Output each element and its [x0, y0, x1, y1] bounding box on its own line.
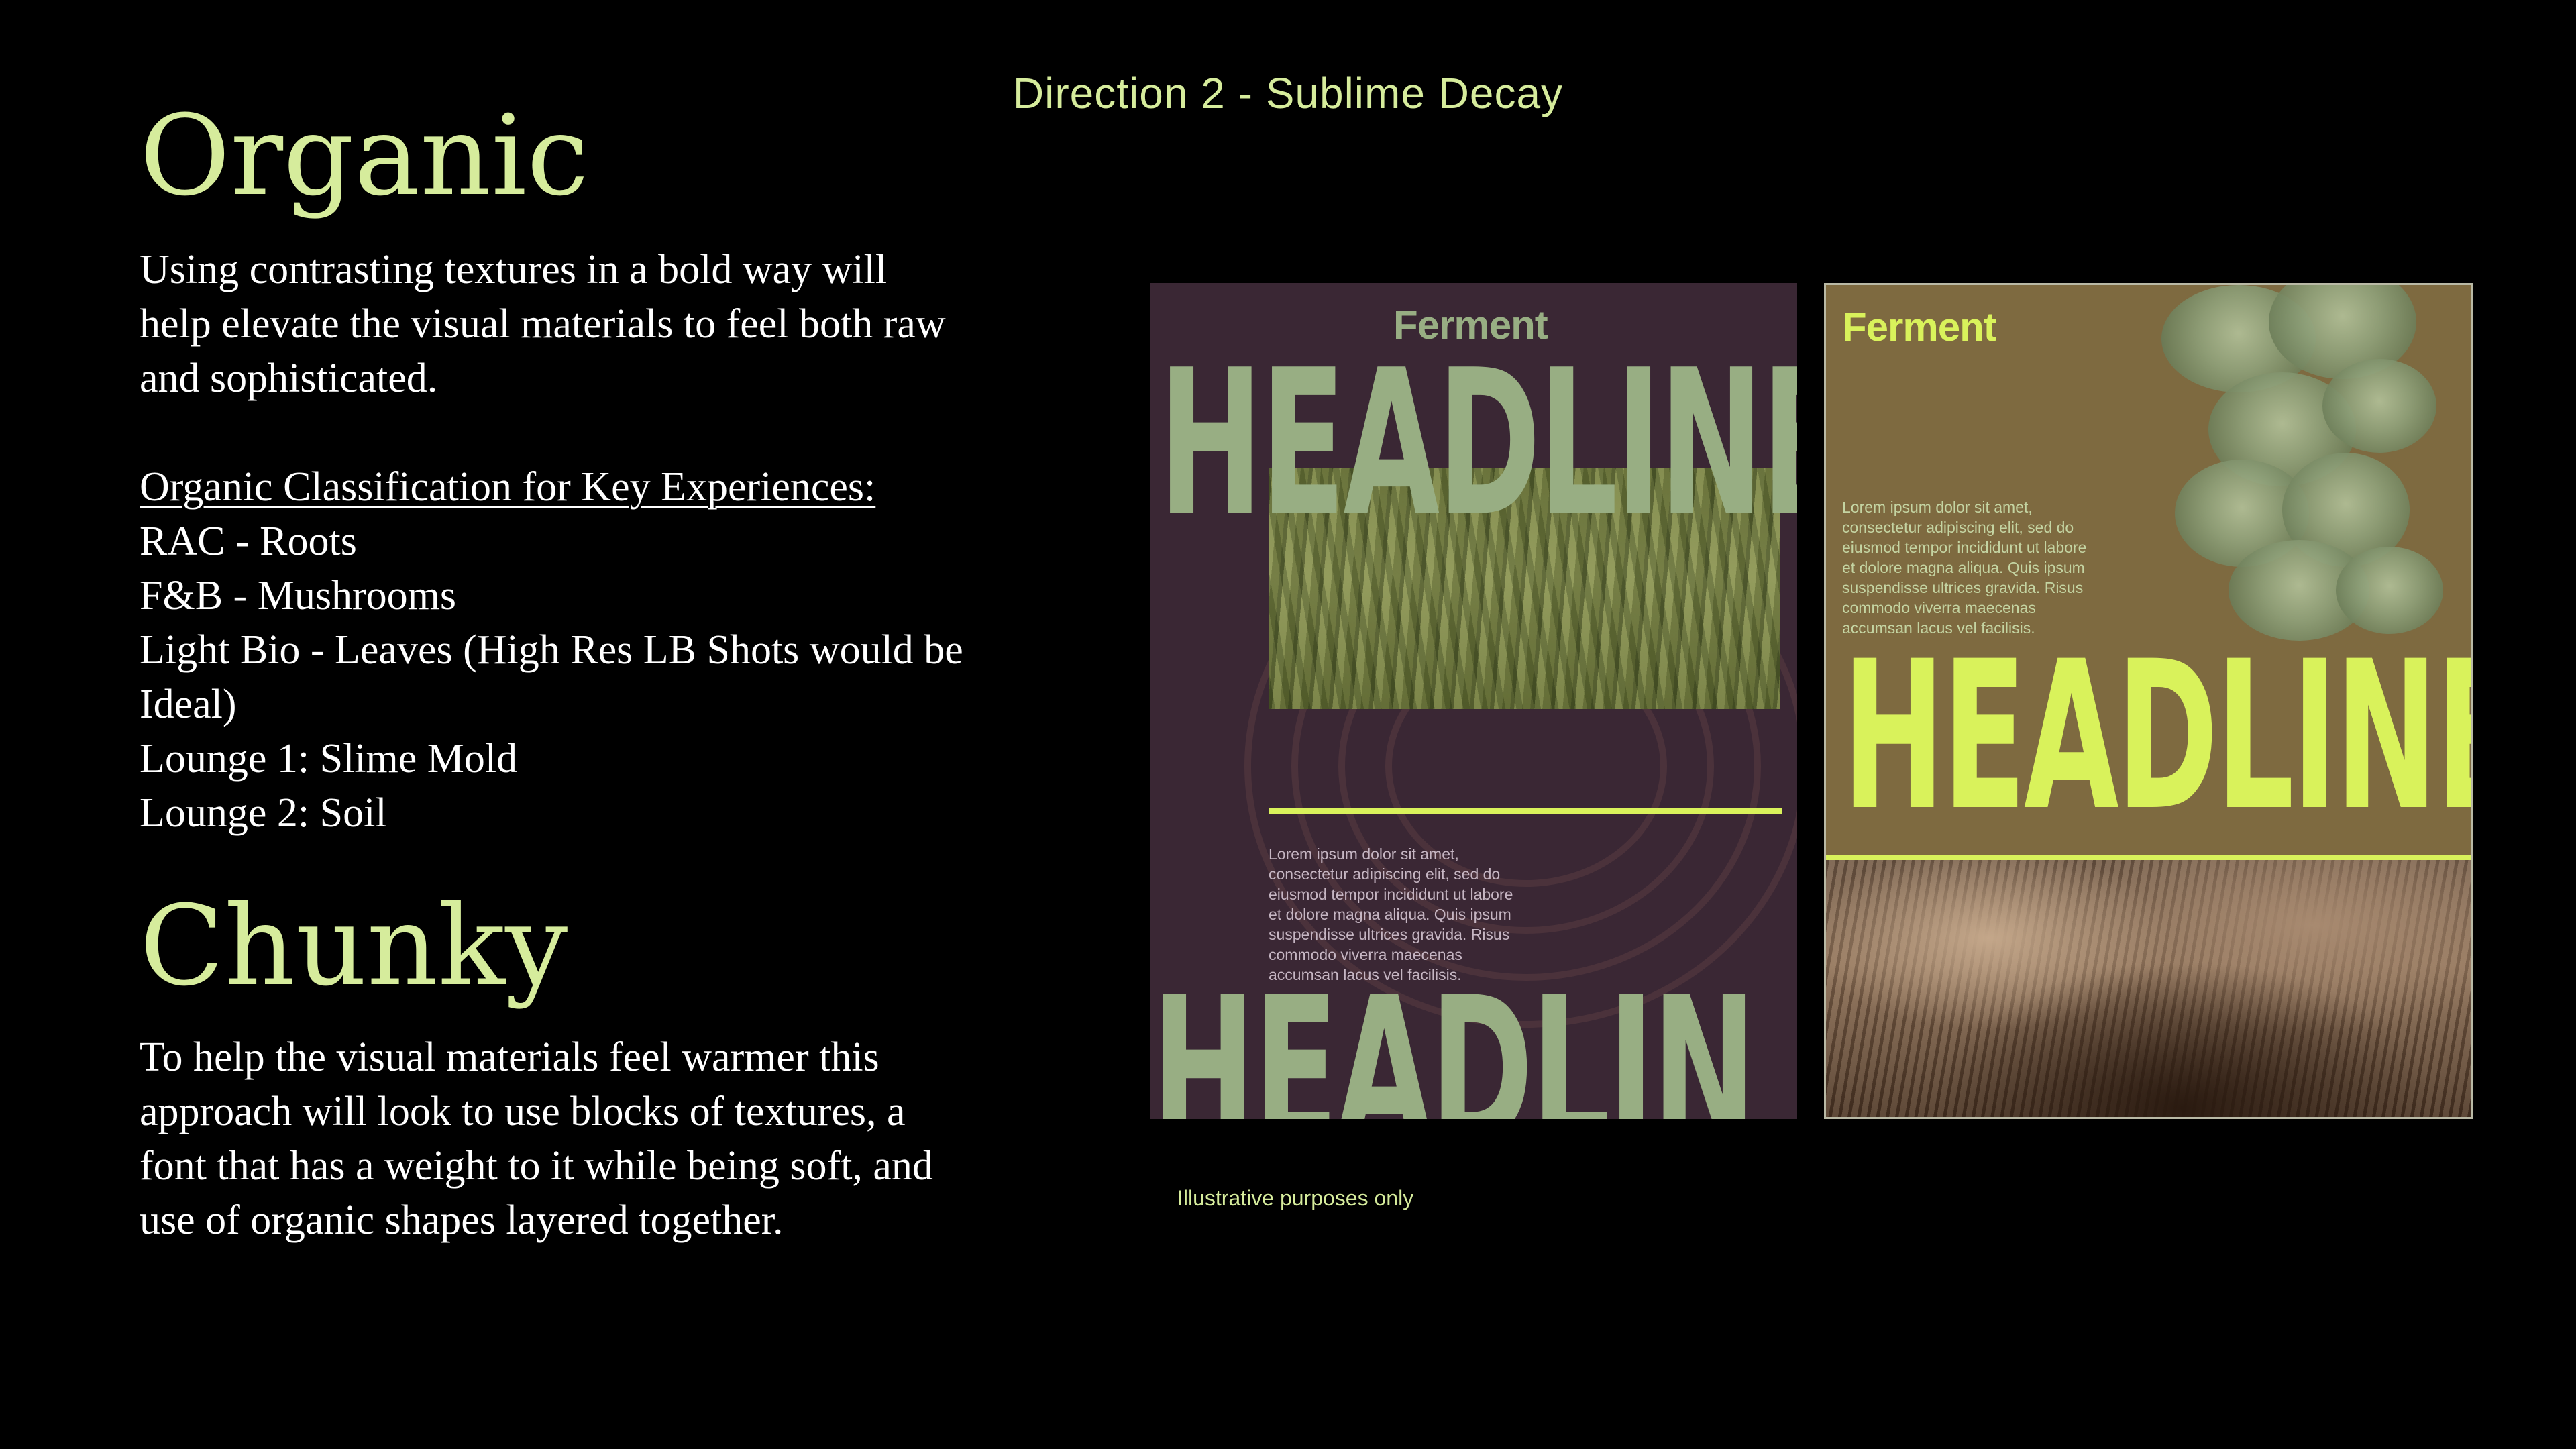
mushroom-gills-image: [1826, 860, 2471, 1117]
illustrative-caption: Illustrative purposes only: [1177, 1186, 1414, 1210]
ferment-logo: Ferment: [1842, 305, 1997, 350]
organic-heading: Organic: [140, 91, 589, 220]
accent-line: [1826, 855, 2471, 860]
classification-list: Organic Classification for Key Experienc…: [140, 460, 965, 841]
poster-headline-bottom: HEADLIN: [1151, 954, 1756, 1120]
mushroom-cluster-image: [2322, 359, 2436, 453]
classification-item-fb: F&B - Mushrooms: [140, 573, 456, 619]
accent-line: [1269, 808, 1782, 814]
classification-item-lounge-2: Lounge 2: Soil: [140, 790, 387, 836]
chunky-body-text: To help the visual materials feel warmer…: [140, 1034, 933, 1243]
poster-mushrooms: Ferment Lorem ipsum dolor sit amet, cons…: [1824, 283, 2473, 1119]
classification-heading: Organic Classification for Key Experienc…: [140, 464, 876, 510]
classification-item-light-bio: Light Bio - Leaves (High Res LB Shots wo…: [140, 627, 963, 727]
poster-headline-top: HEADLINE: [1159, 327, 1797, 561]
poster-headline: HEADLINE: [1842, 617, 2473, 855]
classification-item-lounge-1: Lounge 1: Slime Mold: [140, 736, 518, 782]
organic-body-text: Using contrasting textures in a bold way…: [140, 247, 946, 401]
poster-roots: Ferment HEADLINE Lorem ipsum dolor sit a…: [1150, 283, 1797, 1119]
direction-title: Direction 2 - Sublime Decay: [1012, 69, 1564, 117]
classification-item-rac: RAC - Roots: [140, 519, 357, 564]
chunky-heading: Chunky: [140, 881, 568, 1010]
